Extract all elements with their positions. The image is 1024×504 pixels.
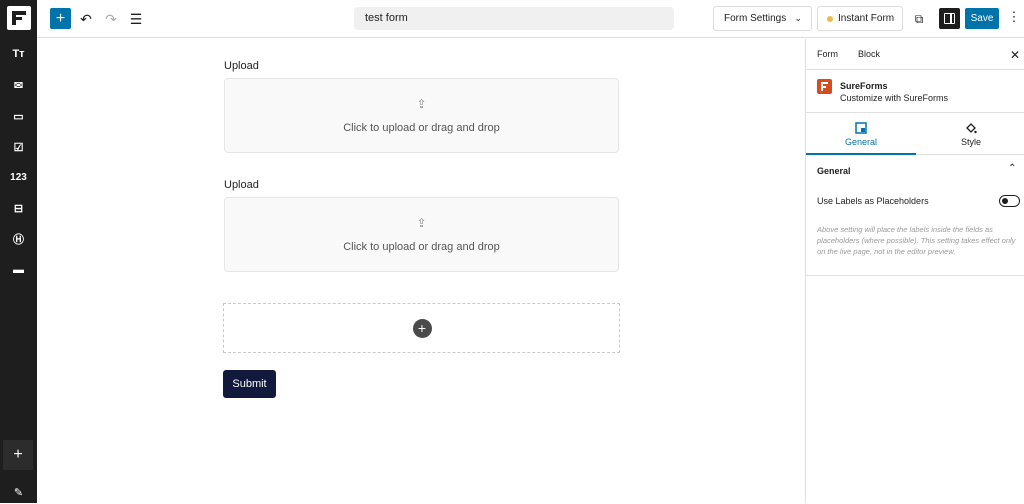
section-general-title[interactable]: General xyxy=(817,166,851,176)
plus-icon[interactable]: + xyxy=(412,319,432,338)
more-options-icon[interactable]: ⋮ xyxy=(1007,9,1021,29)
document-title[interactable]: test form xyxy=(354,7,674,30)
status-dot-icon xyxy=(827,16,833,22)
tab-block[interactable]: Block xyxy=(858,39,880,70)
divider xyxy=(806,275,1024,276)
text-field-icon[interactable]: Tт xyxy=(0,42,37,66)
help-text: Above setting will place the labels insi… xyxy=(817,225,1016,256)
edit-icon[interactable]: ✎ xyxy=(0,480,37,504)
editor-toolbar: + ↶ ↷ ☰ test form Form Settings ⌄ Instan… xyxy=(37,0,1024,38)
labels-as-placeholders-label: Use Labels as Placeholders xyxy=(817,196,929,206)
close-icon[interactable]: ✕ xyxy=(1010,48,1020,62)
document-overview-icon[interactable]: ☰ xyxy=(126,9,146,29)
upload-prompt: Click to upload or drag and drop xyxy=(343,241,500,253)
block-appender[interactable]: + xyxy=(223,303,620,353)
number-field-icon[interactable]: 123 xyxy=(0,165,37,189)
add-block-button[interactable]: + xyxy=(3,440,33,470)
payment-field-icon[interactable]: ▬ xyxy=(0,258,37,282)
checkbox-field-icon[interactable]: ☑ xyxy=(0,135,37,159)
settings-sidebar-toggle[interactable] xyxy=(939,8,960,29)
save-button[interactable]: Save xyxy=(965,8,999,29)
undo-icon[interactable]: ↶ xyxy=(76,9,96,29)
labels-as-placeholders-toggle[interactable] xyxy=(999,195,1020,207)
brand-name: SureForms xyxy=(840,81,888,91)
form-canvas: Upload ⇪ Click to upload or drag and dro… xyxy=(37,39,805,503)
tab-general[interactable]: General xyxy=(806,113,916,155)
sureforms-brand-icon xyxy=(817,79,832,94)
paint-bucket-icon xyxy=(966,123,977,134)
brand-subtitle: Customize with SureForms xyxy=(840,93,949,103)
general-icon xyxy=(855,122,867,134)
dropdown-field-icon[interactable]: ⊟ xyxy=(0,196,37,220)
settings-panel: Form Block ✕ SureForms Customize with Su… xyxy=(805,39,1024,503)
external-link-icon[interactable]: ⧉ xyxy=(909,9,929,29)
upload-dropzone[interactable]: ⇪ Click to upload or drag and drop xyxy=(224,197,619,272)
block-inserter-sidebar: Tт ✉ ▭ ☑ 123 ⊟ Ⓗ ▬ + ✎ xyxy=(0,0,37,503)
upload-dropzone[interactable]: ⇪ Click to upload or drag and drop xyxy=(224,78,619,153)
form-settings-button[interactable]: Form Settings ⌄ xyxy=(713,6,812,31)
email-field-icon[interactable]: ✉ xyxy=(0,73,37,97)
redo-icon[interactable]: ↷ xyxy=(101,9,121,29)
heading-field-icon[interactable]: Ⓗ xyxy=(0,227,37,251)
chevron-down-icon: ⌄ xyxy=(794,13,802,23)
tab-general-label: General xyxy=(844,137,878,147)
sureforms-logo[interactable] xyxy=(7,6,31,30)
upload-icon: ⇪ xyxy=(416,97,427,111)
tab-style-label: Style xyxy=(960,137,981,147)
panel-tabs: Form Block ✕ xyxy=(806,39,1024,70)
chevron-up-icon[interactable]: ⌃ xyxy=(1008,163,1016,174)
submit-button[interactable]: Submit xyxy=(223,370,276,398)
tab-style[interactable]: Style xyxy=(916,113,1024,155)
settings-subtabs: General Style xyxy=(806,112,1024,155)
instant-form-button[interactable]: Instant Form xyxy=(817,6,903,31)
upload-icon: ⇪ xyxy=(416,216,427,230)
textarea-field-icon[interactable]: ▭ xyxy=(0,104,37,128)
tab-form[interactable]: Form xyxy=(817,39,838,70)
upload-field-label: Upload xyxy=(224,179,259,191)
upload-prompt: Click to upload or drag and drop xyxy=(343,122,500,134)
instant-form-label: Instant Form xyxy=(838,13,895,24)
upload-field-label: Upload xyxy=(224,60,259,72)
add-block-toggle[interactable]: + xyxy=(50,8,71,29)
form-settings-label: Form Settings xyxy=(724,13,787,24)
